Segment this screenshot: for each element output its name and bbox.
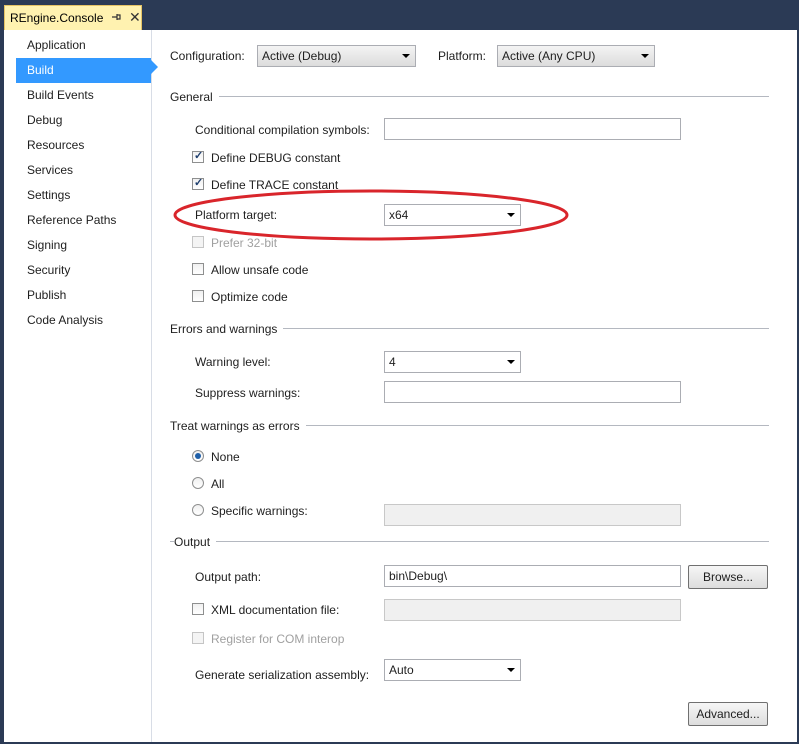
warning-level-label: Warning level: [195, 355, 271, 369]
output-path-label: Output path: [195, 570, 262, 584]
sidebar-item-code-analysis[interactable]: Code Analysis [16, 308, 151, 333]
sidebar-item-signing[interactable]: Signing [16, 233, 151, 258]
sidebar-item-security[interactable]: Security [16, 258, 151, 283]
section-output-title: Output [174, 535, 217, 549]
sidebar-item-build-events[interactable]: Build Events [16, 83, 151, 108]
radio-selected-dot [195, 453, 201, 459]
title-bar: REngine.Console ✕ [0, 0, 799, 30]
sidebar-item-publish[interactable]: Publish [16, 283, 151, 308]
conditional-symbols-label: Conditional compilation symbols: [195, 123, 370, 137]
platform-dropdown[interactable]: Active (Any CPU) [497, 45, 655, 67]
define-debug-label: Define DEBUG constant [211, 151, 341, 165]
output-path-value: bin\Debug\ [389, 569, 448, 583]
specific-warnings-input[interactable] [384, 504, 681, 526]
configuration-value: Active (Debug) [262, 49, 342, 63]
output-path-input[interactable]: bin\Debug\ [384, 565, 681, 587]
serialization-label: Generate serialization assembly: [195, 668, 370, 682]
chevron-down-icon [641, 54, 649, 58]
sidebar-item-debug[interactable]: Debug [16, 108, 151, 133]
xml-doc-checkbox[interactable] [192, 603, 204, 615]
document-tab[interactable]: REngine.Console ✕ [4, 5, 142, 30]
chevron-down-icon [402, 54, 410, 58]
general-divider [170, 96, 769, 97]
active-item-arrow [151, 60, 158, 74]
serialization-dropdown[interactable]: Auto [384, 659, 521, 681]
com-interop-checkbox[interactable] [192, 632, 204, 644]
xml-doc-input[interactable] [384, 599, 681, 621]
checkmark-icon: ✓ [194, 150, 204, 162]
platform-label: Platform: [438, 49, 487, 63]
xml-doc-label: XML documentation file: [211, 603, 340, 617]
browse-button[interactable]: Browse... [688, 565, 768, 589]
chevron-down-icon [507, 360, 515, 364]
sidebar-item-build[interactable]: Build [16, 58, 151, 83]
warning-level-value: 4 [389, 355, 396, 369]
close-icon[interactable]: ✕ [129, 9, 141, 26]
configuration-dropdown[interactable]: Active (Debug) [257, 45, 416, 67]
optimize-code-label: Optimize code [211, 290, 288, 304]
warning-level-dropdown[interactable]: 4 [384, 351, 521, 373]
radio-specific-label: Specific warnings: [211, 504, 308, 518]
sidebar: Application Build Build Events Debug Res… [4, 30, 152, 742]
document-tab-title: REngine.Console [10, 11, 104, 25]
configuration-label: Configuration: [170, 49, 245, 63]
serialization-value: Auto [389, 663, 414, 677]
section-treat-title: Treat warnings as errors [170, 419, 306, 433]
radio-specific[interactable] [192, 504, 204, 516]
chevron-down-icon [507, 668, 515, 672]
output-divider [170, 541, 769, 542]
allow-unsafe-label: Allow unsafe code [211, 263, 309, 277]
prefer-32bit-checkbox[interactable] [192, 236, 204, 248]
section-errors-title: Errors and warnings [170, 322, 284, 336]
pin-icon[interactable] [111, 12, 121, 22]
platform-value: Active (Any CPU) [502, 49, 596, 63]
sidebar-item-reference-paths[interactable]: Reference Paths [16, 208, 151, 233]
sidebar-item-settings[interactable]: Settings [16, 183, 151, 208]
radio-all[interactable] [192, 477, 204, 489]
define-debug-checkbox[interactable]: ✓ [192, 150, 204, 163]
sidebar-item-resources[interactable]: Resources [16, 133, 151, 158]
radio-none[interactable] [192, 450, 204, 462]
suppress-warnings-input[interactable] [384, 381, 681, 403]
advanced-button[interactable]: Advanced... [688, 702, 768, 726]
red-ellipse-annotation [173, 189, 569, 241]
optimize-code-checkbox[interactable] [192, 290, 204, 302]
allow-unsafe-checkbox[interactable] [192, 263, 204, 275]
com-interop-label: Register for COM interop [211, 632, 345, 646]
properties-panel: Application Build Build Events Debug Res… [4, 30, 797, 742]
radio-none-label: None [211, 450, 240, 464]
section-general-title: General [170, 90, 219, 104]
radio-all-label: All [211, 477, 225, 491]
sidebar-item-services[interactable]: Services [16, 158, 151, 183]
conditional-symbols-input[interactable] [384, 118, 681, 140]
suppress-warnings-label: Suppress warnings: [195, 386, 301, 400]
prefer-32bit-label: Prefer 32-bit [211, 236, 278, 250]
sidebar-item-application[interactable]: Application [16, 33, 151, 58]
